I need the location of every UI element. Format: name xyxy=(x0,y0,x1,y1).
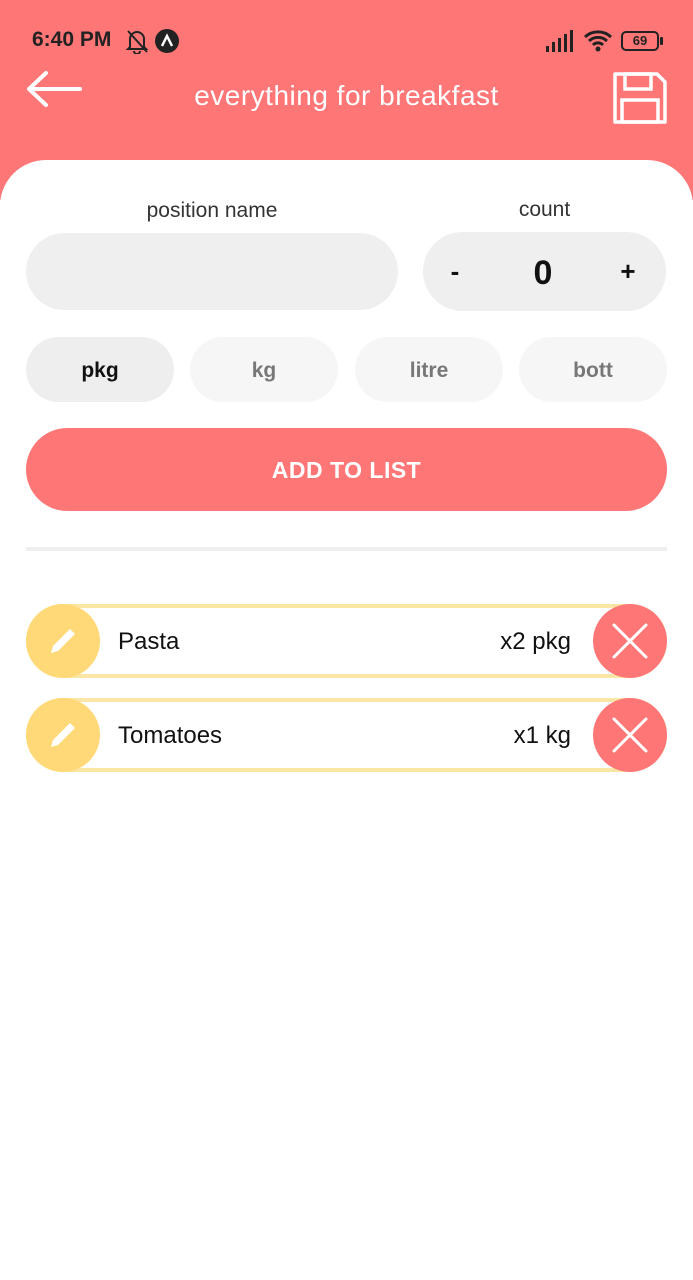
increment-button[interactable]: + xyxy=(598,232,658,311)
delete-item-button[interactable] xyxy=(593,604,667,678)
status-bar: 6:40 PM 69 xyxy=(0,0,693,80)
position-name-label: position name xyxy=(146,199,278,222)
back-button[interactable] xyxy=(24,66,84,112)
item-quantity: x2 pkg xyxy=(500,628,571,655)
count-value: 0 xyxy=(533,254,553,292)
edit-item-button[interactable] xyxy=(26,698,100,772)
page-title: everything for breakfast xyxy=(194,80,499,111)
unit-option-kg[interactable]: kg xyxy=(190,337,338,402)
unit-option-litre[interactable]: litre xyxy=(355,337,503,402)
close-icon xyxy=(612,717,648,753)
floppy-disk-icon xyxy=(613,72,667,124)
save-button[interactable] xyxy=(611,70,669,126)
item-name: Tomatoes xyxy=(118,722,223,749)
edit-item-button[interactable] xyxy=(26,604,100,678)
position-name-input[interactable] xyxy=(26,233,398,310)
unit-option-bott[interactable]: bott xyxy=(519,337,667,402)
battery-tip xyxy=(660,37,663,45)
list-item: Tomatoes x1 kg xyxy=(26,698,667,772)
count-stepper: - 0 + xyxy=(423,232,666,311)
item-quantity: x1 kg xyxy=(513,722,571,749)
count-label: count xyxy=(518,198,571,221)
close-icon xyxy=(612,623,648,659)
item-name: Pasta xyxy=(118,628,180,655)
battery-indicator: 69 xyxy=(621,31,663,53)
arrow-left-icon xyxy=(27,71,82,107)
status-time: 6:40 PM xyxy=(32,28,112,51)
pencil-icon xyxy=(51,629,75,653)
decrement-button[interactable]: - xyxy=(425,232,485,311)
signal-icon xyxy=(546,30,573,52)
divider xyxy=(26,547,667,551)
wifi-icon xyxy=(583,30,613,52)
battery-level: 69 xyxy=(621,31,659,51)
add-to-list-button[interactable]: ADD TO LIST xyxy=(26,428,667,511)
delete-item-button[interactable] xyxy=(593,698,667,772)
unit-option-pkg[interactable]: pkg xyxy=(26,337,174,402)
notifications-off-icon xyxy=(125,30,149,54)
app-notification-icon xyxy=(155,29,179,53)
list-item: Pasta x2 pkg xyxy=(26,604,667,678)
pencil-icon xyxy=(51,723,75,747)
